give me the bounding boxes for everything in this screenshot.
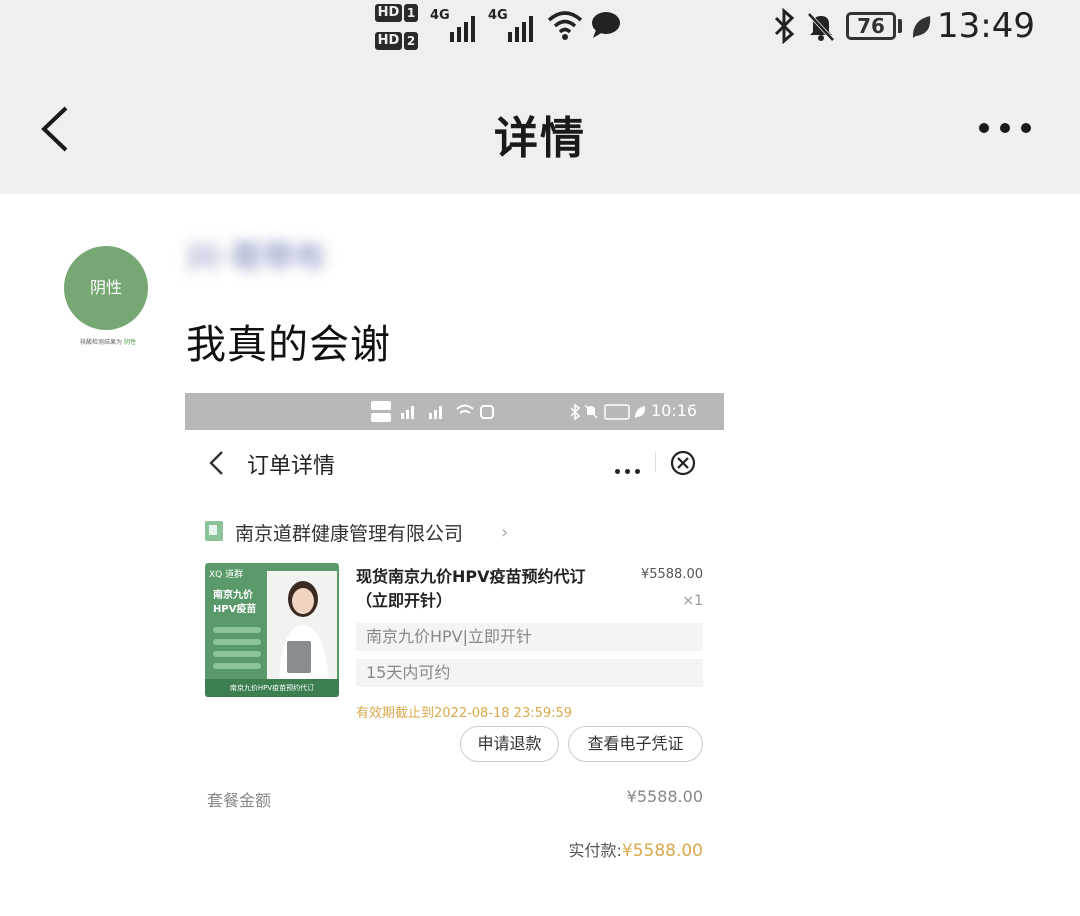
page-title: 详情 <box>494 113 586 164</box>
embedded-status-right-icons <box>570 403 646 421</box>
network-1-label: 4G <box>430 8 450 23</box>
thumb-bottom-caption: 南京九价HPV疫苗预约代订 <box>205 679 339 697</box>
embedded-status-time: 10:16 <box>651 401 698 420</box>
embedded-back-icon <box>209 451 223 475</box>
view-voucher-button: 查看电子凭证 <box>568 726 703 762</box>
signal-2-icon: 4G <box>488 8 540 42</box>
package-amount-value: ¥5588.00 <box>626 787 703 806</box>
leaf-icon <box>912 16 931 38</box>
bluetooth-icon <box>774 8 795 44</box>
paid-amount: ¥5588.00 <box>621 841 703 861</box>
sim1-hd-icon: HD 1 <box>375 2 419 24</box>
paid-amount-row: 实付款:¥5588.00 <box>485 837 703 861</box>
product-spec-1: 南京九价HPV|立即开针 <box>356 623 703 651</box>
wifi-icon <box>547 11 583 40</box>
embedded-capsule <box>595 444 715 480</box>
post-content: 我真的会谢 <box>186 322 391 368</box>
sim1-slot: 1 <box>404 4 418 22</box>
screen: HD 1 HD 2 4G 4G 76 13:49 详情 阴性 核酸检测结果为 阴… <box>0 0 1080 916</box>
embedded-title: 订单详情 <box>247 454 336 479</box>
paid-label: 实付款: <box>568 841 622 860</box>
author-name-blurred[interactable]: 兴·哥带布 <box>186 232 376 282</box>
embedded-close-icon <box>670 450 696 476</box>
bell-muted-icon <box>807 12 835 42</box>
product-title: 现货南京九价HPV疫苗预约代订（立即开针） <box>356 567 586 610</box>
nav-bar: 详情 <box>0 56 1080 194</box>
refund-button: 申请退款 <box>460 726 559 762</box>
message-icon <box>592 12 620 38</box>
sim1-hd-label: HD <box>375 4 402 22</box>
status-time: 13:49 <box>937 6 1035 46</box>
avatar-caption: 核酸检测结果为 阴性 <box>60 337 156 346</box>
embedded-header: 订单详情 <box>185 430 724 494</box>
avatar-caption-value: 阴性 <box>123 339 136 346</box>
thumb-title: 南京九价 HPV疫苗 <box>213 589 256 617</box>
back-arrow-icon[interactable] <box>36 104 76 154</box>
network-2-label: 4G <box>488 8 508 23</box>
thumb-title-line2: HPV疫苗 <box>213 604 257 615</box>
valid-until: 有效期截止到2022-08-18 23:59:59 <box>356 706 573 721</box>
more-menu-icon[interactable] <box>975 118 1035 142</box>
product-thumbnail: XQ 道群 南京九价 HPV疫苗 南京九价HPV疫苗预约代订 <box>205 563 339 697</box>
signal-1-icon: 4G <box>430 8 482 42</box>
status-bar: HD 1 HD 2 4G 4G 76 13:49 <box>0 0 1080 56</box>
avatar-image: 阴性 <box>64 246 148 330</box>
avatar-caption-prefix: 核酸检测结果为 <box>80 339 123 346</box>
shop-icon <box>205 521 223 541</box>
shop-name: 南京道群健康管理有限公司 <box>235 523 464 545</box>
woman-photo <box>267 571 337 681</box>
sim2-hd-icon: HD 2 <box>375 30 419 52</box>
product-spec-2: 15天内可约 <box>356 659 703 687</box>
chevron-right-icon: › <box>501 522 509 543</box>
package-amount-label: 套餐金额 <box>207 791 272 810</box>
sim2-slot: 2 <box>404 32 418 50</box>
battery-tip <box>898 19 902 33</box>
embedded-status-bar: 10:16 <box>185 393 724 430</box>
embedded-more-icon <box>615 459 645 478</box>
product-price: ¥5588.00 <box>640 567 703 582</box>
sim2-hd-label: HD <box>375 32 402 50</box>
attached-image[interactable]: 10:16 订单详情 南京道群健康管理有限公司 › XQ 道群 南京九价 HPV… <box>185 393 724 893</box>
battery-level: 76 <box>857 14 885 38</box>
thumb-title-line1: 南京九价 <box>213 590 253 601</box>
battery-icon: 76 <box>846 12 896 40</box>
avatar[interactable]: 阴性 核酸检测结果为 阴性 <box>60 244 156 354</box>
thumb-brand: XQ 道群 <box>209 570 244 580</box>
embedded-status-icons <box>371 401 494 422</box>
product-quantity: ×1 <box>682 593 703 609</box>
